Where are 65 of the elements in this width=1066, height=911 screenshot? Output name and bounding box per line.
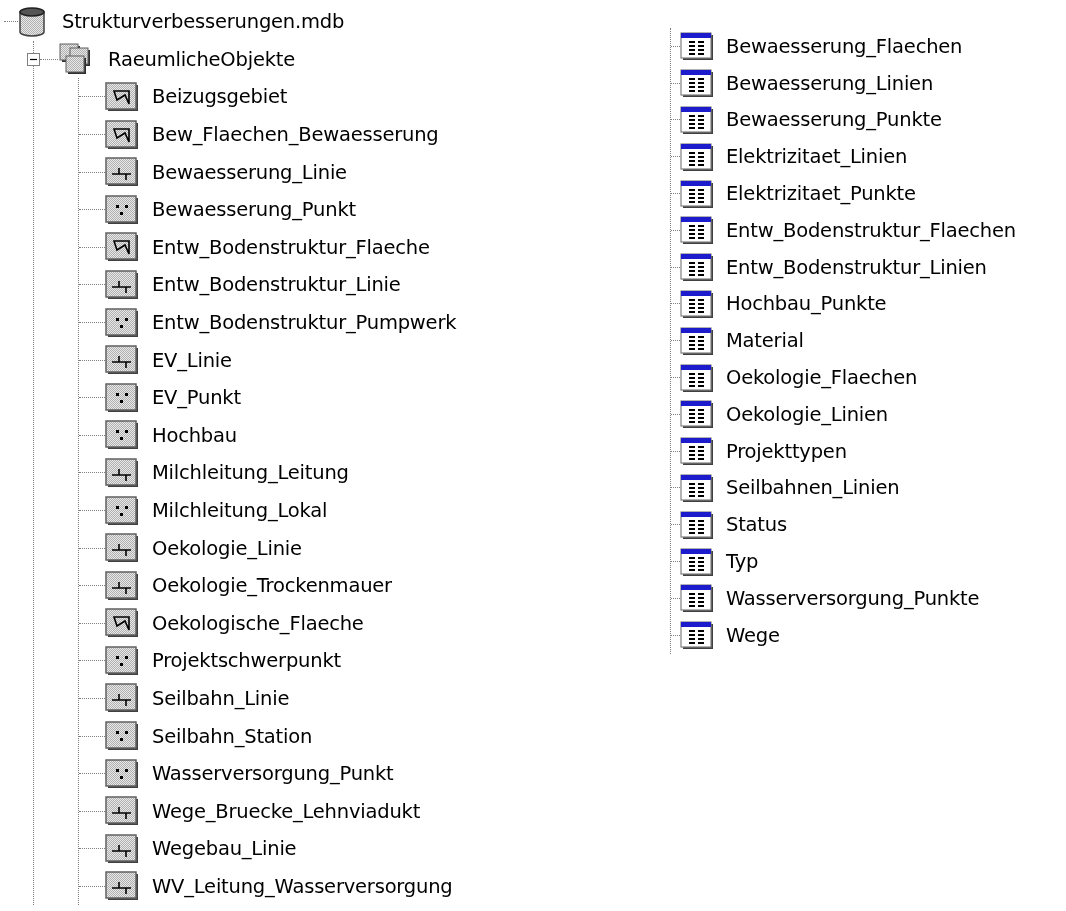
tree-item-label[interactable]: Hochbau: [152, 423, 237, 447]
tree-item-label[interactable]: WV_Leitung_Wasserversorgung: [152, 874, 453, 898]
tree-item-label[interactable]: Seilbahn_Linie: [152, 687, 290, 710]
tree-item-label[interactable]: Wasserversorgung_Punkt: [152, 762, 394, 786]
polygon-feature-icon: [105, 232, 139, 263]
tree-item-label[interactable]: Milchleitung_Leitung: [152, 461, 349, 485]
tree-item-label[interactable]: Wege: [726, 623, 780, 647]
line-feature-icon: [105, 457, 139, 488]
collapse-toggle[interactable]: [27, 52, 40, 66]
tree-item-label[interactable]: Bewaesserung_Flaechen: [726, 34, 963, 58]
line-feature-icon: [105, 683, 139, 714]
point-feature-icon: [105, 420, 139, 451]
tree-item-label[interactable]: Seilbahn_Station: [152, 724, 313, 748]
tree-item-label[interactable]: Typ: [726, 550, 759, 574]
tree-item-label[interactable]: Entw_Bodenstruktur_Flaechen: [726, 218, 1016, 242]
tree-item-label[interactable]: EV_Punkt: [152, 386, 241, 410]
line-feature-icon: [105, 796, 139, 827]
tree-item-label[interactable]: Oekologie_Trockenmauer: [152, 574, 392, 598]
tree-item-label[interactable]: Milchleitung_Lokal: [152, 499, 328, 522]
tree-item-label[interactable]: Entw_Bodenstruktur_Pumpwerk: [152, 311, 457, 335]
polygon-feature-icon: [105, 119, 139, 150]
tree-item-label[interactable]: Bewaesserung_Punkt: [152, 198, 356, 222]
tree-item-label[interactable]: Wasserversorgung_Punkte: [726, 586, 980, 610]
tree-item-label[interactable]: Elektrizitaet_Linien: [726, 145, 908, 169]
tree-item-label[interactable]: EV_Linie: [152, 348, 232, 372]
line-feature-icon: [105, 157, 139, 188]
tree-item-label[interactable]: Entw_Bodenstruktur_Flaeche: [152, 235, 430, 259]
tree-item-label[interactable]: Bewaesserung_Linie: [152, 160, 347, 184]
tree-item-label[interactable]: Oekologie_Linien: [726, 402, 888, 426]
tree-item-label[interactable]: Projektschwerpunkt: [152, 649, 341, 673]
tree-item-label[interactable]: Elektrizitaet_Punkte: [726, 182, 916, 206]
line-feature-icon: [105, 871, 139, 902]
polygon-feature-icon: [105, 608, 139, 639]
point-feature-icon: [105, 307, 139, 338]
point-feature-icon: [105, 721, 139, 752]
tree-item-label[interactable]: Wege_Bruecke_Lehnviadukt: [152, 799, 421, 823]
line-feature-icon: [105, 345, 139, 376]
point-feature-icon: [105, 194, 139, 225]
tree-item-label[interactable]: Oekologische_Flaeche: [152, 611, 364, 635]
database-icon: [18, 5, 46, 38]
tree-item-label[interactable]: Beizugsgebiet: [152, 85, 288, 109]
point-feature-icon: [105, 645, 139, 676]
line-feature-icon: [105, 269, 139, 300]
tree-item-label[interactable]: Oekologie_Flaechen: [726, 366, 918, 390]
tree-item-label[interactable]: Entw_Bodenstruktur_Linie: [152, 273, 401, 297]
polygon-feature-icon: [105, 82, 139, 112]
line-feature-icon: [105, 570, 139, 601]
tree-item-label[interactable]: RaeumlicheObjekte: [108, 47, 295, 71]
tree-item-label[interactable]: Wegebau_Linie: [152, 837, 297, 861]
tree-item-label[interactable]: Status: [726, 513, 787, 537]
tree-item-label[interactable]: Seilbahnen_Linien: [726, 476, 900, 500]
point-feature-icon: [105, 382, 139, 413]
line-feature-icon: [105, 533, 139, 564]
tree-item-label[interactable]: Bewaesserung_Punkte: [726, 108, 942, 132]
point-feature-icon: [105, 758, 139, 789]
tree-item-label[interactable]: Material: [726, 329, 804, 353]
line-feature-icon: [105, 833, 139, 864]
tree-item-label[interactable]: Strukturverbesserungen.mdb: [62, 10, 345, 34]
tree-item-label[interactable]: Hochbau_Punkte: [726, 292, 887, 316]
tree-item-label[interactable]: Bew_Flaechen_Bewaesserung: [152, 123, 439, 147]
tree-item-label[interactable]: Projekttypen: [726, 439, 847, 463]
tree-item-label[interactable]: Oekologie_Linie: [152, 536, 302, 560]
tree-item-label[interactable]: Entw_Bodenstruktur_Linien: [726, 255, 987, 279]
tree-item-label[interactable]: Bewaesserung_Linien: [726, 71, 934, 95]
point-feature-icon: [105, 495, 139, 526]
